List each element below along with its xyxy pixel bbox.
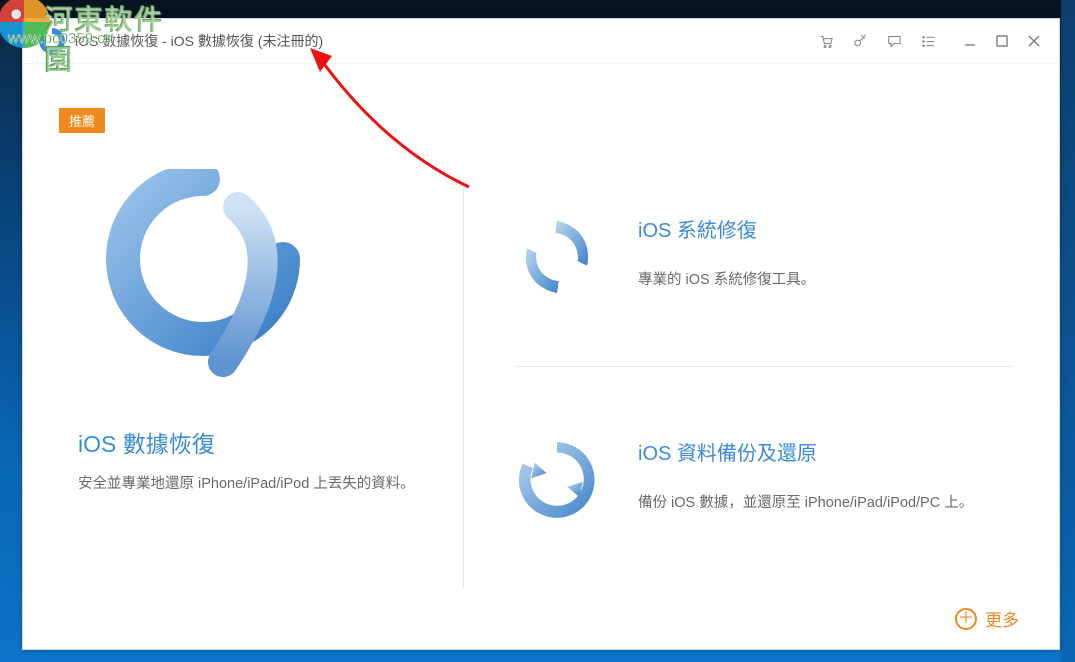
system-repair-icon <box>514 214 600 300</box>
backup-restore-icon <box>514 437 600 523</box>
app-logo-icon <box>39 28 65 54</box>
close-button[interactable] <box>1025 32 1043 50</box>
window-title: iOS 數據恢復 - iOS 數據恢復 (未注冊的) <box>75 31 323 51</box>
data-recovery-desc: 安全並專業地還原 iPhone/iPad/iPod 上丟失的資料。 <box>78 473 415 496</box>
title-left: iOS 數據恢復 - iOS 數據恢復 (未注冊的) <box>39 28 323 54</box>
minimize-button[interactable] <box>961 32 979 50</box>
system-repair-desc: 專業的 iOS 系統修復工具。 <box>638 269 815 292</box>
window-body: 推薦 <box>23 64 1059 649</box>
data-recovery-icon <box>93 159 313 399</box>
feedback-icon[interactable] <box>885 32 903 50</box>
recommended-badge: 推薦 <box>59 108 105 133</box>
titlebar: iOS 數據恢復 - iOS 數據恢復 (未注冊的) <box>23 19 1059 64</box>
system-repair-title: iOS 系統修復 <box>638 214 815 243</box>
desktop-right-strip <box>1061 0 1075 662</box>
menu-icon[interactable] <box>919 32 937 50</box>
card-system-repair[interactable]: iOS 系統修復 專業的 iOS 系統修復工具。 <box>514 184 1014 366</box>
card-backup-restore[interactable]: iOS 資料備份及還原 備份 iOS 數據，並還原至 iPhone/iPad/i… <box>514 366 1014 589</box>
backup-restore-title: iOS 資料備份及還原 <box>638 437 973 466</box>
more-label: 更多 <box>985 606 1019 631</box>
app-window: iOS 數據恢復 - iOS 數據恢復 (未注冊的) 推薦 <box>22 18 1060 650</box>
backup-restore-desc: 備份 iOS 數據，並還原至 iPhone/iPad/iPod/PC 上。 <box>638 492 973 515</box>
window-controls <box>961 32 1043 50</box>
more-button[interactable]: ＋ 更多 <box>955 606 1019 631</box>
card-data-recovery[interactable]: iOS 數據恢復 安全並專業地還原 iPhone/iPad/iPod 上丟失的資… <box>23 64 463 649</box>
data-recovery-title: iOS 數據恢復 <box>78 425 215 459</box>
title-right <box>817 32 1043 50</box>
desktop-top-strip <box>0 0 1075 18</box>
key-icon[interactable] <box>851 32 869 50</box>
plus-icon: ＋ <box>955 608 977 630</box>
cart-icon[interactable] <box>817 32 835 50</box>
maximize-button[interactable] <box>993 32 1011 50</box>
